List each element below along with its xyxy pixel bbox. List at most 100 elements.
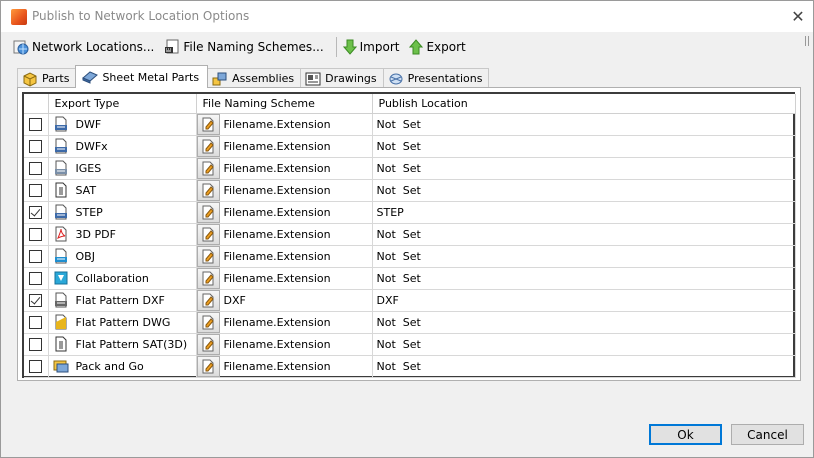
export-type-cell: Flat Pattern SAT(3D): [48, 333, 197, 356]
toolbar-overflow-grip[interactable]: [805, 36, 809, 46]
export-checkbox[interactable]: [29, 117, 43, 131]
export-checkbox[interactable]: [29, 227, 43, 241]
table-row[interactable]: Collaboration Filename.Extension Not Set: [24, 267, 796, 290]
publish-location-cell[interactable]: Not Set: [372, 179, 796, 202]
sat-file-icon: [53, 336, 76, 352]
publish-location-cell[interactable]: Not Set: [372, 135, 796, 158]
header-file-naming-scheme[interactable]: File Naming Scheme: [196, 94, 373, 114]
publish-location-cell[interactable]: Not Set: [372, 311, 796, 334]
export-checkbox[interactable]: [29, 161, 43, 175]
tab-presentations[interactable]: Presentations: [382, 68, 490, 88]
tab-sheet-metal-parts[interactable]: Sheet Metal Parts: [75, 65, 209, 88]
tab-parts-label: Parts: [42, 72, 70, 85]
tab-drawings[interactable]: Drawings: [300, 68, 384, 88]
edit-scheme-button[interactable]: [196, 113, 220, 134]
table-row[interactable]: IGES Filename.Extension Not Set: [24, 157, 796, 180]
checkbox-cell: [24, 355, 49, 378]
table-row[interactable]: STEP Filename.Extension STEP: [24, 201, 796, 224]
export-checkbox[interactable]: [29, 139, 43, 153]
publish-location-cell[interactable]: Not Set: [372, 157, 796, 180]
table-row[interactable]: Flat Pattern DXF DXF DXF: [24, 289, 796, 312]
cancel-button[interactable]: Cancel: [731, 424, 804, 445]
edit-scheme-button[interactable]: [196, 179, 220, 200]
edit-scheme-button[interactable]: [196, 135, 220, 156]
publish-location-cell[interactable]: STEP: [372, 201, 796, 224]
header-export-type[interactable]: Export Type: [48, 94, 197, 114]
table-row[interactable]: DWFx Filename.Extension Not Set: [24, 135, 796, 158]
table-row[interactable]: Pack and Go Filename.Extension Not Set: [24, 355, 796, 378]
export-table: Export Type File Naming Scheme Publish L…: [24, 94, 796, 378]
publish-location-cell[interactable]: Not Set: [372, 267, 796, 290]
publish-location-cell[interactable]: Not Set: [372, 113, 796, 136]
export-type-cell: 3D PDF: [48, 223, 197, 246]
tab-parts[interactable]: Parts: [17, 68, 77, 88]
file-naming-scheme-value: DXF: [223, 293, 246, 307]
table-row[interactable]: SAT Filename.Extension Not Set: [24, 179, 796, 202]
export-checkbox[interactable]: [29, 359, 43, 373]
edit-scheme-button[interactable]: [196, 289, 220, 310]
file-naming-scheme-value: Filename.Extension: [223, 183, 331, 197]
publish-location-value: Not Set: [376, 139, 421, 153]
export-type-cell: Flat Pattern DXF: [48, 289, 197, 312]
edit-scheme-button[interactable]: [196, 267, 220, 288]
ok-button[interactable]: Ok: [649, 424, 722, 445]
checkbox-cell: [24, 333, 49, 356]
file-naming-scheme-cell: Filename.Extension: [196, 223, 373, 246]
file-naming-scheme-value: Filename.Extension: [223, 359, 331, 373]
edit-pencil-icon: [200, 292, 216, 308]
export-checkbox[interactable]: [29, 205, 43, 219]
tab-assemblies[interactable]: Assemblies: [207, 68, 302, 88]
edit-scheme-button[interactable]: [196, 157, 220, 178]
close-button[interactable]: ✕: [783, 1, 813, 32]
edit-scheme-button[interactable]: [196, 355, 220, 376]
sat-file-icon: [53, 182, 76, 198]
export-checkbox[interactable]: [29, 183, 43, 197]
presentation-icon: [389, 73, 403, 84]
table-row[interactable]: OBJ Filename.Extension Not Set: [24, 245, 796, 268]
app-icon: [11, 9, 27, 25]
publish-location-cell[interactable]: Not Set: [372, 333, 796, 356]
publish-location-value: Not Set: [376, 227, 421, 241]
file-naming-scheme-value: Filename.Extension: [223, 227, 331, 241]
pack-and-go-icon: [53, 358, 76, 374]
header-publish-location[interactable]: Publish Location: [372, 94, 796, 114]
export-type-cell: OBJ: [48, 245, 197, 268]
checkbox-cell: [24, 201, 49, 224]
export-type-label: SAT: [75, 183, 97, 197]
table-row[interactable]: Flat Pattern DWG Filename.Extension Not Se…: [24, 311, 796, 334]
table-row[interactable]: 3D PDF Filename.Extension Not Set: [24, 223, 796, 246]
edit-pencil-icon: [200, 358, 216, 374]
table-row[interactable]: DWF Filename.Extension Not Set: [24, 113, 796, 136]
publish-location-value: Not Set: [376, 117, 421, 131]
export-checkbox[interactable]: [29, 293, 43, 307]
edit-pencil-icon: [200, 204, 216, 220]
network-locations-button[interactable]: Network Locations...: [13, 36, 158, 58]
publish-location-cell[interactable]: DXF: [372, 289, 796, 312]
edit-scheme-button[interactable]: [196, 311, 220, 332]
edit-scheme-button[interactable]: [196, 333, 220, 354]
export-checkbox[interactable]: [29, 337, 43, 351]
export-type-label: OBJ: [75, 249, 95, 263]
export-checkbox[interactable]: [29, 249, 43, 263]
import-label: Import: [359, 40, 400, 54]
export-button[interactable]: Export: [409, 36, 469, 58]
file-naming-scheme-cell: Filename.Extension: [196, 267, 373, 290]
publish-location-cell[interactable]: Not Set: [372, 355, 796, 378]
export-checkbox[interactable]: [29, 271, 43, 285]
publish-location-cell[interactable]: Not Set: [372, 245, 796, 268]
table-row[interactable]: Flat Pattern SAT(3D) Filename.Extension No…: [24, 333, 796, 356]
export-type-label: Flat Pattern SAT(3D): [75, 337, 188, 351]
checkbox-cell: [24, 113, 49, 136]
import-button[interactable]: Import: [342, 36, 404, 58]
edit-scheme-button[interactable]: [196, 201, 220, 222]
dwfx-file-icon: [53, 138, 76, 154]
edit-pencil-icon: [200, 226, 216, 242]
checkbox-cell: [24, 135, 49, 158]
publish-location-cell[interactable]: Not Set: [372, 223, 796, 246]
edit-scheme-button[interactable]: [196, 245, 220, 266]
export-checkbox[interactable]: [29, 315, 43, 329]
file-naming-schemes-button[interactable]: File Naming Schemes...: [164, 36, 327, 58]
toolbar-separator: [335, 37, 337, 57]
file-naming-scheme-value: Filename.Extension: [223, 315, 331, 329]
edit-scheme-button[interactable]: [196, 223, 220, 244]
